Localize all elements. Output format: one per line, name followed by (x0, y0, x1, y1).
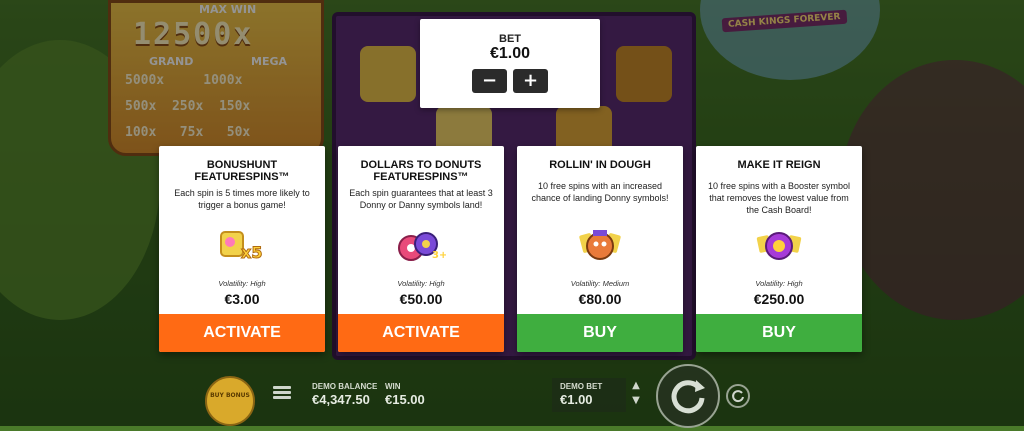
demo-bet-value: €1.00 (560, 392, 593, 407)
bet-increase-button[interactable]: + (513, 69, 548, 93)
buy-button[interactable]: BUY (696, 314, 862, 352)
card-title: BONUSHUNT FEATURESPINS™ (194, 159, 290, 183)
buy-bonus-label: BUY BONUS (210, 392, 250, 399)
chevron-down-icon[interactable]: ▼ (628, 393, 644, 408)
feature-card-rollin-in-dough: ROLLIN' IN DOUGH 10 free spins with an i… (517, 146, 683, 352)
buy-bonus-button[interactable]: BUY BONUS (205, 376, 255, 426)
demo-bet-box: DEMO BET €1.00 (552, 378, 626, 412)
card-volatility: Volatility: High (218, 279, 266, 288)
card-title: ROLLIN' IN DOUGH (549, 159, 651, 171)
svg-text:3+: 3+ (432, 250, 446, 261)
card-description: 10 free spins with a Booster symbol that… (707, 181, 851, 215)
activate-button[interactable]: ACTIVATE (159, 314, 325, 352)
card-volatility: Volatility: High (755, 279, 803, 288)
feature-card-make-it-reign: MAKE IT REIGN 10 free spins with a Boost… (696, 146, 862, 352)
win-value: €15.00 (385, 392, 425, 407)
card-description: 10 free spins with an increased chance o… (531, 181, 669, 203)
card-description: Each spin is 5 times more likely to trig… (174, 188, 310, 210)
dough-icon (579, 230, 621, 260)
bet-label: BET (499, 33, 521, 45)
autoplay-button[interactable] (726, 384, 750, 408)
card-title: MAKE IT REIGN (737, 159, 821, 171)
card-description: Each spin guarantees that at least 3 Don… (349, 188, 493, 210)
card-price: €250.00 (753, 291, 805, 307)
bonushunt-icon: x5 (220, 231, 263, 263)
buy-button[interactable]: BUY (517, 314, 683, 352)
bet-value: €1.00 (489, 45, 531, 62)
demo-balance-value: €4,347.50 (312, 392, 370, 407)
chevron-up-icon[interactable]: ▲ (628, 378, 644, 393)
win-label: WIN (385, 382, 401, 391)
feature-card-dollars-to-donuts: DOLLARS TO DONUTS FEATURESPINS™ Each spi… (338, 146, 504, 352)
card-volatility: Volatility: Medium (570, 279, 630, 288)
activate-button[interactable]: ACTIVATE (338, 314, 504, 352)
spin-button[interactable] (656, 364, 720, 428)
svg-text:x5: x5 (241, 243, 262, 262)
reign-icon (756, 232, 802, 260)
demo-balance-label: DEMO BALANCE (312, 382, 378, 391)
card-volatility: Volatility: High (397, 279, 445, 288)
card-price: €3.00 (224, 291, 260, 307)
spin-icon (671, 380, 705, 414)
card-price: €50.00 (399, 291, 443, 307)
card-price: €80.00 (578, 291, 622, 307)
donuts-icon: 3+ (398, 232, 446, 261)
menu-icon[interactable] (273, 386, 291, 400)
demo-bet-label: DEMO BET (560, 382, 603, 391)
bet-decrease-button[interactable]: − (472, 69, 507, 93)
autoplay-icon (732, 390, 744, 403)
card-title: DOLLARS TO DONUTS FEATURESPINS™ (360, 159, 482, 183)
bet-stepper[interactable]: ▲ ▼ (628, 378, 644, 412)
bet-panel: BET €1.00 − + (420, 19, 600, 108)
feature-card-bonushunt: BONUSHUNT FEATURESPINS™ Each spin is 5 t… (159, 146, 325, 352)
